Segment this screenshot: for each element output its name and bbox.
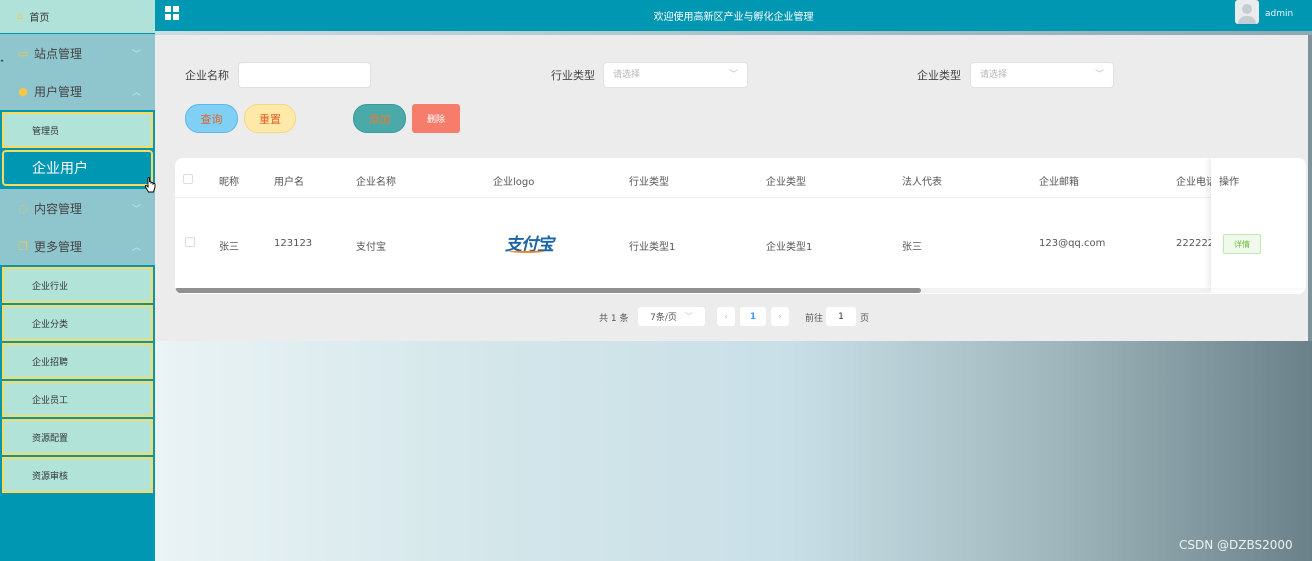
cell-nickname: 张三 bbox=[219, 242, 239, 253]
chevron-up-icon: ︿ bbox=[131, 88, 141, 98]
right-edge bbox=[1308, 35, 1312, 341]
copy-icon: ❐ bbox=[18, 239, 28, 253]
col-nickname: 昵称 bbox=[219, 177, 239, 188]
operations-column: 操作 详情 bbox=[1211, 158, 1306, 288]
cell-email: 123@qq.com bbox=[1039, 238, 1106, 249]
cell-industry-type: 行业类型1 bbox=[629, 242, 676, 253]
company-type-select[interactable]: 请选择 ﹀ bbox=[970, 62, 1114, 88]
sidebar-item-label: 首页 bbox=[29, 13, 50, 24]
sidebar-group-more[interactable]: ❐ 更多管理 ︿ bbox=[0, 227, 155, 265]
page-title: 欢迎使用高新区产业与孵化企业管理 bbox=[653, 12, 814, 23]
sidebar-group-site[interactable]: ▭ 站点管理 ﹀ bbox=[0, 34, 155, 72]
sidebar-group-label: 用户管理 bbox=[34, 84, 83, 99]
main-content: 企业名称 行业类型 请选择 ﹀ 企业类型 请选择 ﹀ 查询 重置 添加 删除 昵… bbox=[155, 35, 1308, 341]
sidebar-group-label: 站点管理 bbox=[34, 46, 83, 61]
goto-label: 前往 bbox=[805, 314, 824, 324]
company-type-label: 企业类型 bbox=[917, 69, 961, 82]
chevron-left-icon: ‹ bbox=[724, 311, 728, 322]
sidebar-item-staff[interactable]: 企业员工 bbox=[2, 381, 153, 417]
user-name[interactable]: admin bbox=[1265, 9, 1293, 19]
chevron-down-icon: ﹀ bbox=[131, 50, 141, 60]
col-company-type: 企业类型 bbox=[766, 177, 806, 188]
sidebar-item-home[interactable]: ⌂ 首页 bbox=[0, 0, 155, 33]
sidebar-group-label: 内容管理 bbox=[34, 201, 83, 216]
sidebar-group-content[interactable]: ◌ 内容管理 ﹀ bbox=[0, 189, 155, 227]
col-industry-type: 行业类型 bbox=[629, 177, 669, 188]
chat-icon: ◌ bbox=[18, 201, 28, 215]
sidebar: ⌂ 首页 ▭ 站点管理 ﹀ ● 用户管理 ︿ 管理员 企业用户 ◌ 内容管理 ﹀… bbox=[0, 0, 155, 561]
industry-type-label: 行业类型 bbox=[551, 69, 595, 82]
chevron-down-icon: ﹀ bbox=[684, 312, 693, 321]
page-size-select[interactable]: 7条/页 ﹀ bbox=[638, 307, 705, 326]
horizontal-scrollbar-thumb[interactable] bbox=[175, 288, 921, 293]
table-header: 昵称 用户名 企业名称 企业logo 行业类型 企业类型 法人代表 企业邮箱 企… bbox=[175, 158, 1306, 198]
sidebar-item-company-user[interactable]: 企业用户 bbox=[2, 150, 153, 186]
sidebar-item-recruit[interactable]: 企业招聘 bbox=[2, 343, 153, 379]
col-phone: 企业电话 bbox=[1176, 177, 1211, 188]
sidebar-item-category[interactable]: 企业分类 bbox=[2, 305, 153, 341]
cell-company-type: 企业类型1 bbox=[766, 242, 813, 253]
chevron-down-icon: ﹀ bbox=[1094, 70, 1104, 80]
col-operation: 操作 bbox=[1219, 177, 1239, 188]
cell-legal-rep: 张三 bbox=[902, 242, 922, 253]
data-table: 昵称 用户名 企业名称 企业logo 行业类型 企业类型 法人代表 企业邮箱 企… bbox=[175, 158, 1306, 294]
sidebar-group-user[interactable]: ● 用户管理 ︿ bbox=[0, 72, 155, 110]
add-button[interactable]: 添加 bbox=[353, 104, 406, 133]
query-button[interactable]: 查询 bbox=[185, 104, 238, 133]
col-email: 企业邮箱 bbox=[1039, 177, 1079, 188]
select-all-checkbox[interactable] bbox=[183, 174, 193, 184]
row-checkbox[interactable] bbox=[185, 237, 195, 247]
col-company-name: 企业名称 bbox=[356, 177, 396, 188]
sidebar-group-label: 更多管理 bbox=[34, 239, 83, 254]
edge-glyph: ᐩ bbox=[0, 58, 4, 69]
prev-page-button[interactable]: ‹ bbox=[717, 307, 735, 326]
sidebar-item-resource-audit[interactable]: 资源审核 bbox=[2, 457, 153, 493]
current-page-button[interactable]: 1 bbox=[740, 307, 766, 326]
chevron-right-icon: › bbox=[778, 311, 782, 322]
col-company-logo: 企业logo bbox=[493, 177, 535, 188]
cell-phone: 2222222 bbox=[1176, 238, 1211, 249]
top-bar: 欢迎使用高新区产业与孵化企业管理 admin bbox=[155, 0, 1312, 31]
delete-button[interactable]: 删除 bbox=[412, 104, 460, 133]
pagination-total: 共 1 条 bbox=[599, 314, 629, 324]
industry-type-select[interactable]: 请选择 ﹀ bbox=[603, 62, 748, 88]
company-logo-image: 支付宝 bbox=[505, 235, 554, 255]
sidebar-item-resource-config[interactable]: 资源配置 bbox=[2, 419, 153, 455]
hand-cursor-icon bbox=[144, 177, 156, 193]
cell-company-name: 支付宝 bbox=[356, 242, 386, 253]
avatar[interactable] bbox=[1235, 0, 1259, 24]
reset-button[interactable]: 重置 bbox=[244, 104, 296, 133]
company-name-input[interactable] bbox=[238, 62, 371, 88]
home-icon: ⌂ bbox=[17, 11, 24, 22]
chevron-down-icon: ﹀ bbox=[131, 205, 141, 215]
background-area bbox=[155, 341, 1312, 561]
cell-username: 123123 bbox=[274, 238, 313, 249]
watermark: CSDN @DZBS2000 bbox=[1179, 538, 1293, 552]
company-name-label: 企业名称 bbox=[185, 69, 229, 82]
user-icon: ● bbox=[18, 84, 28, 98]
monitor-icon: ▭ bbox=[17, 46, 29, 60]
sidebar-item-industry[interactable]: 企业行业 bbox=[2, 267, 153, 303]
col-legal-rep: 法人代表 bbox=[902, 177, 942, 188]
chevron-down-icon: ﹀ bbox=[728, 70, 738, 80]
page-suffix: 页 bbox=[860, 314, 870, 324]
detail-button[interactable]: 详情 bbox=[1223, 234, 1261, 254]
next-page-button[interactable]: › bbox=[771, 307, 789, 326]
sidebar-item-admin[interactable]: 管理员 bbox=[2, 112, 153, 148]
goto-page-input[interactable]: 1 bbox=[826, 307, 856, 326]
chevron-up-icon: ︿ bbox=[131, 243, 141, 253]
col-username: 用户名 bbox=[274, 177, 304, 188]
